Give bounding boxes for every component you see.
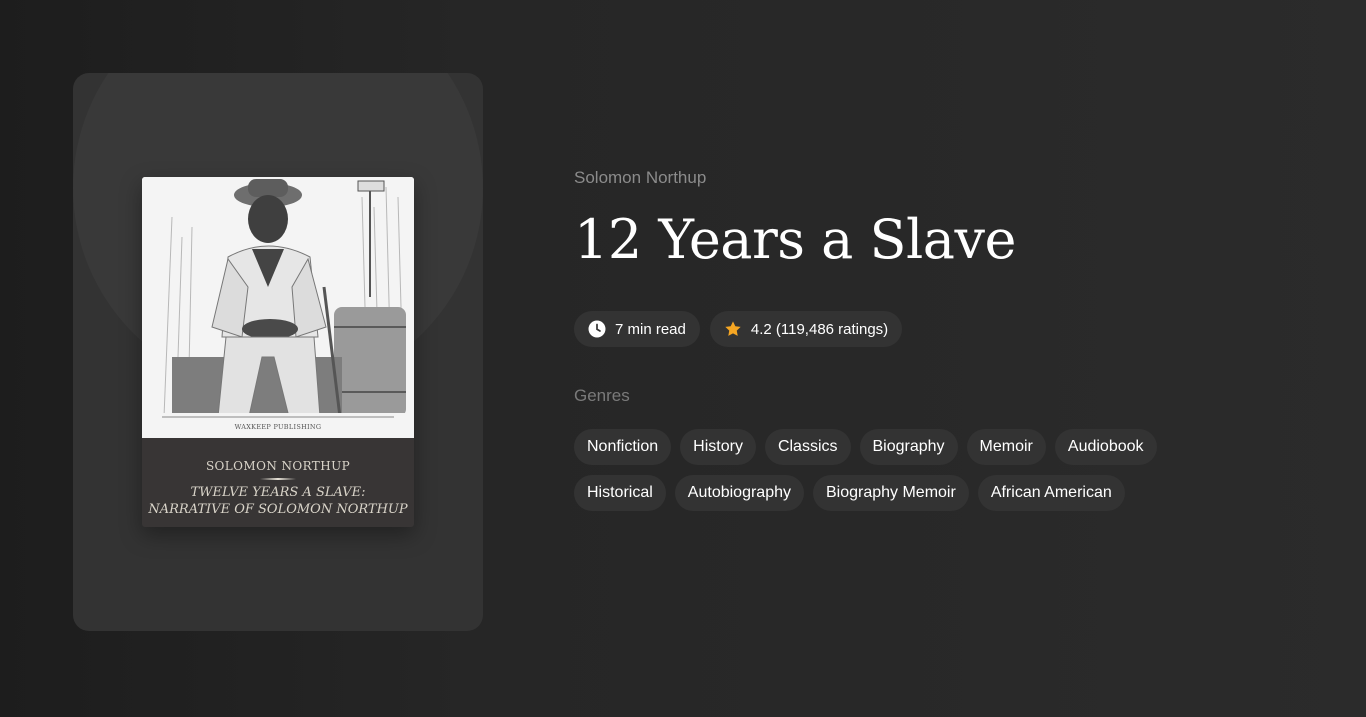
genre-list: Nonfiction History Classics Biography Me… [574, 429, 1234, 511]
star-icon [724, 320, 742, 338]
book-title: 12 Years a Slave [574, 208, 1016, 271]
genres-heading: Genres [574, 386, 630, 405]
genre-chip[interactable]: Audiobook [1054, 429, 1157, 465]
cover-author: SOLOMON NORTHUP [205, 459, 351, 473]
cover-publisher: WAXKEEP PUBLISHING [234, 423, 322, 431]
genre-chip[interactable]: Biography [859, 429, 958, 465]
cover-subtitle-line2: NARRATIVE OF SOLOMON NORTHUP [148, 502, 408, 517]
genre-chip[interactable]: Biography Memoir [812, 475, 969, 511]
genre-chip[interactable]: African American [977, 475, 1125, 511]
genre-chip[interactable]: Memoir [966, 429, 1046, 465]
clock-icon [588, 320, 606, 338]
cover-illustration [142, 177, 414, 438]
genre-chip[interactable]: Classics [764, 429, 851, 465]
author-name[interactable]: Solomon Northup [574, 168, 706, 188]
genre-chip[interactable]: History [680, 429, 756, 465]
rating-text: 4.2 (119,486 ratings) [750, 320, 889, 338]
read-time-text: 7 min read [615, 320, 686, 338]
book-cover-card: WAXKEEP PUBLISHING SOLOMON NORTHUP TWELV… [73, 73, 483, 631]
genre-chip[interactable]: Nonfiction [574, 429, 672, 465]
cover-subtitle-line1: TWELVE YEARS A SLAVE: [190, 485, 366, 500]
cover-divider [260, 478, 296, 480]
genre-chip[interactable]: Historical [574, 475, 666, 511]
rating-badge: 4.2 (119,486 ratings) [709, 311, 903, 347]
cover-subtitle: TWELVE YEARS A SLAVE: NARRATIVE OF SOLOM… [142, 484, 414, 518]
book-meta: 7 min read 4.2 (119,486 ratings) [574, 311, 903, 347]
genre-chip[interactable]: Autobiography [674, 475, 804, 511]
read-time-badge: 7 min read [574, 311, 700, 347]
book-cover[interactable]: WAXKEEP PUBLISHING SOLOMON NORTHUP TWELV… [142, 177, 414, 527]
